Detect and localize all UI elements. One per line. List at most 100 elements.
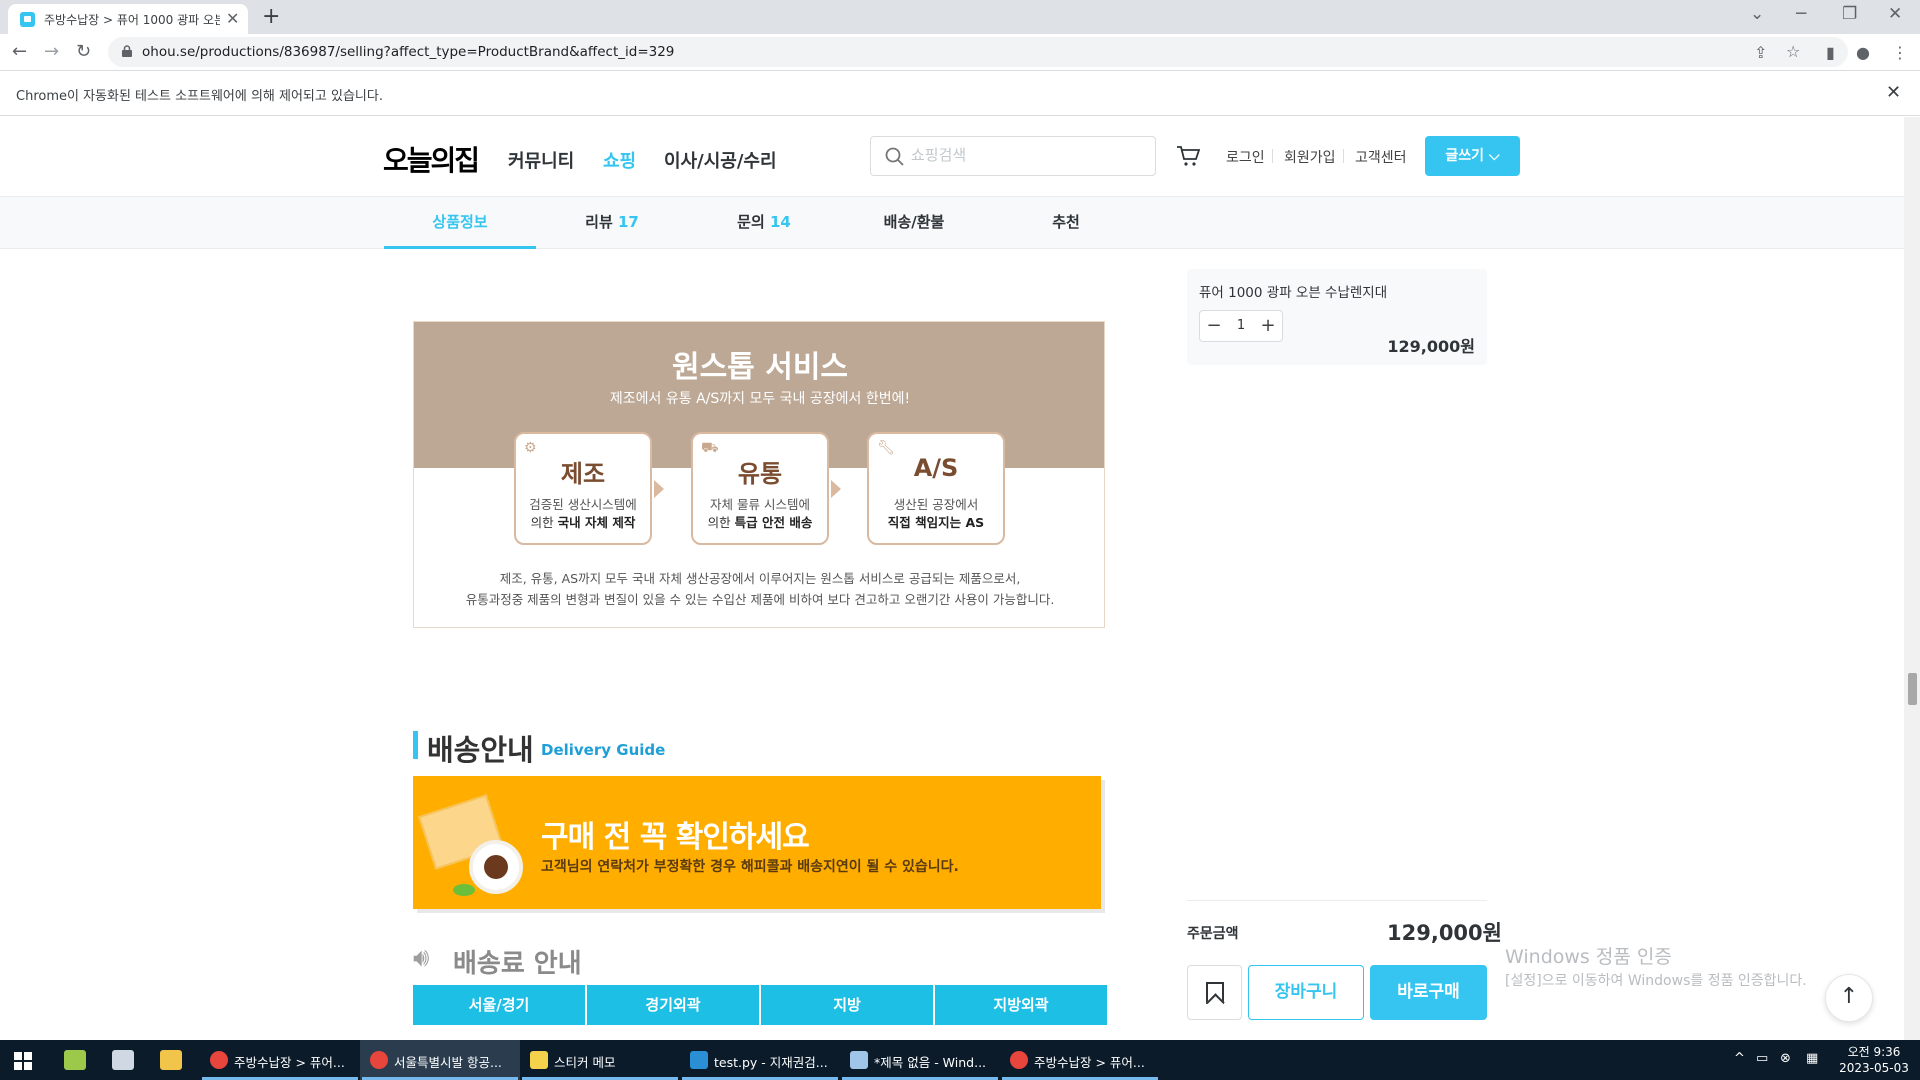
address-bar[interactable]: ohou.se/productions/836987/selling?affec…	[108, 37, 1848, 67]
taskbar-item[interactable]: 주방수납장 > 퓨어...	[200, 1040, 360, 1080]
tab-inquiries[interactable]: 문의 14	[688, 197, 840, 249]
fee-column-header: 서울/경기	[413, 985, 585, 1025]
tab-label: 상품정보	[432, 213, 488, 231]
window-close-icon[interactable]: ✕	[1888, 4, 1902, 24]
maps-icon[interactable]	[64, 1050, 86, 1070]
tab-reviews[interactable]: 리뷰 17	[536, 197, 688, 249]
infobar-close-icon[interactable]: ✕	[1886, 82, 1901, 103]
volume-icon[interactable]: ⊗	[1780, 1051, 1791, 1066]
fee-title: 배송료 안내	[453, 949, 582, 979]
browser-tab-strip: 주방수납장 > 퓨어 1000 광파 오븐 수납렌지대 ✕ + ⌄ ─ ❐ ✕	[0, 0, 1920, 34]
delivery-title-en: Delivery Guide	[541, 741, 666, 759]
nav-community[interactable]: 커뮤니티	[508, 147, 574, 173]
tray-chevron-icon[interactable]: ^	[1734, 1051, 1745, 1066]
vscode-icon	[690, 1051, 708, 1069]
search-box[interactable]	[870, 136, 1156, 176]
profile-icon[interactable]: ●	[1856, 43, 1870, 62]
selected-option-card: 퓨어 1000 광파 오븐 수납렌지대 − 1 + 129,000원	[1187, 269, 1487, 365]
taskbar-item[interactable]: *제목 없음 - Wind...	[840, 1040, 1000, 1080]
back-icon[interactable]: ←	[12, 41, 27, 62]
tab-search-icon[interactable]: ⌄	[1750, 4, 1764, 24]
onestop-service-image: 원스톱 서비스 제조에서 유통 A/S까지 모두 국내 공장에서 한번에! ⚙ …	[413, 321, 1105, 628]
ohouse-favicon-icon	[20, 12, 35, 27]
tab-product-info[interactable]: 상품정보	[384, 197, 536, 249]
scroll-to-top-button[interactable]: ↑	[1825, 974, 1873, 1022]
step-as: 🔧︎ A/S 생산된 공장에서 직접 책임지는 AS	[867, 432, 1005, 545]
search-input[interactable]	[911, 146, 1141, 164]
windows-activation-text: [설정]으로 이동하여 Windows를 정품 인증합니다.	[1505, 973, 1807, 989]
menu-icon[interactable]: ⋮	[1892, 43, 1908, 62]
write-button[interactable]: 글쓰기 ⌵	[1425, 136, 1520, 176]
notepad-icon	[850, 1051, 868, 1069]
tab-label: 배송/환불	[883, 213, 945, 231]
order-amount-value: 129,000원	[1387, 921, 1502, 945]
automation-infobar: Chrome이 자동화된 테스트 소프트웨어에 의해 제어되고 있습니다. ✕	[0, 70, 1920, 116]
forward-icon[interactable]: →	[44, 41, 59, 62]
browser-tab[interactable]: 주방수납장 > 퓨어 1000 광파 오븐 수납렌지대 ✕	[8, 4, 248, 34]
new-tab-button[interactable]: +	[262, 4, 280, 29]
side-panel-icon[interactable]: ▮	[1826, 43, 1835, 62]
onestop-title: 원스톱 서비스	[671, 350, 849, 385]
leaf-icon	[453, 884, 475, 896]
scrollbar-thumb[interactable]	[1908, 673, 1917, 705]
windows-activation-title: Windows 정품 인증	[1505, 946, 1672, 968]
nav-moving-repair[interactable]: 이사/시공/수리	[664, 147, 777, 173]
bookmark-icon	[1206, 982, 1224, 1004]
taskbar-label: 주방수납장 > 퓨어...	[1034, 1055, 1145, 1070]
vertical-scrollbar[interactable]	[1904, 117, 1920, 1040]
divider	[1343, 149, 1344, 163]
network-icon[interactable]: ▭	[1756, 1051, 1768, 1066]
nav-shopping[interactable]: 쇼핑	[603, 147, 636, 173]
banner-title: 구매 전 꼭 확인하세요	[541, 820, 810, 855]
tab-label: 리뷰	[585, 213, 613, 231]
share-icon[interactable]: ⇪	[1754, 43, 1767, 62]
arrow-up-icon: ↑	[1839, 984, 1859, 1009]
tab-recommend[interactable]: 추천	[990, 197, 1142, 249]
taskbar-label: test.py - 지재권검...	[714, 1055, 828, 1070]
buy-now-button[interactable]: 바로구매	[1370, 965, 1487, 1020]
option-name: 퓨어 1000 광파 오븐 수납렌지대	[1199, 285, 1388, 301]
order-amount-label: 주문금액	[1187, 926, 1239, 942]
taskbar-item[interactable]: 서울특별시발 항공...	[360, 1040, 520, 1080]
app-icon[interactable]	[112, 1050, 134, 1070]
minimize-icon[interactable]: ─	[1796, 4, 1806, 24]
clock-date[interactable]: 2023-05-03	[1834, 1061, 1914, 1075]
reload-icon[interactable]: ↻	[76, 41, 91, 62]
taskbar-item[interactable]: 스티커 메모	[520, 1040, 680, 1080]
file-explorer-icon[interactable]	[160, 1050, 182, 1070]
add-to-cart-button[interactable]: 장바구니	[1248, 965, 1364, 1020]
cart-icon[interactable]	[1176, 145, 1200, 167]
tab-shipping-refund[interactable]: 배송/환불	[838, 197, 990, 249]
ime-icon[interactable]: ▦	[1806, 1051, 1818, 1066]
tab-close-icon[interactable]: ✕	[226, 9, 239, 28]
plus-icon[interactable]: +	[1254, 311, 1282, 341]
url-text: ohou.se/productions/836987/selling?affec…	[142, 44, 675, 60]
step-title: A/S	[913, 454, 959, 482]
tab-title: 주방수납장 > 퓨어 1000 광파 오븐 수납렌지대	[44, 13, 220, 27]
notice-banner: 구매 전 꼭 확인하세요 고객님의 연락처가 부정확한 경우 해피콜과 배송지연…	[413, 776, 1101, 909]
taskbar-item[interactable]: test.py - 지재권검...	[680, 1040, 840, 1080]
banner-subtitle: 고객님의 연락처가 부정확한 경우 해피콜과 배송지연이 될 수 있습니다.	[541, 859, 959, 875]
arrow-icon	[831, 480, 841, 498]
onestop-paragraph: 유통과정중 제품의 변형과 변질이 있을 수 있는 수입산 제품에 비하여 보다…	[465, 592, 1055, 607]
onestop-paragraph: 제조, 유통, AS까지 모두 국내 자체 생산공장에서 이루어지는 원스톱 서…	[499, 571, 1021, 586]
step-desc-2: 의한 국내 자체 제작	[530, 515, 636, 530]
customer-center-link[interactable]: 고객센터	[1355, 147, 1407, 167]
lock-icon	[122, 45, 132, 57]
taskbar-label: *제목 없음 - Wind...	[874, 1055, 987, 1070]
clock-time[interactable]: 오전 9:36	[1834, 1043, 1914, 1060]
taskbar-item[interactable]: 주방수납장 > 퓨어...	[1000, 1040, 1160, 1080]
fee-column-header: 지방외곽	[935, 985, 1107, 1025]
windows-start-icon[interactable]	[14, 1052, 32, 1070]
site-logo[interactable]: 오늘의집	[383, 139, 480, 179]
fee-column-header: 지방	[761, 985, 933, 1025]
restore-icon[interactable]: ❐	[1842, 4, 1857, 24]
scrap-button[interactable]	[1187, 965, 1242, 1020]
step-manufacture: ⚙ 제조 검증된 생산시스템에 의한 국내 자체 제작	[514, 432, 652, 545]
search-icon	[885, 147, 904, 166]
signup-link[interactable]: 회원가입	[1284, 147, 1336, 167]
login-link[interactable]: 로그인	[1226, 147, 1265, 167]
bookmark-star-icon[interactable]: ☆	[1786, 42, 1800, 61]
minus-icon[interactable]: −	[1200, 311, 1228, 341]
quantity-value[interactable]: 1	[1228, 311, 1254, 341]
